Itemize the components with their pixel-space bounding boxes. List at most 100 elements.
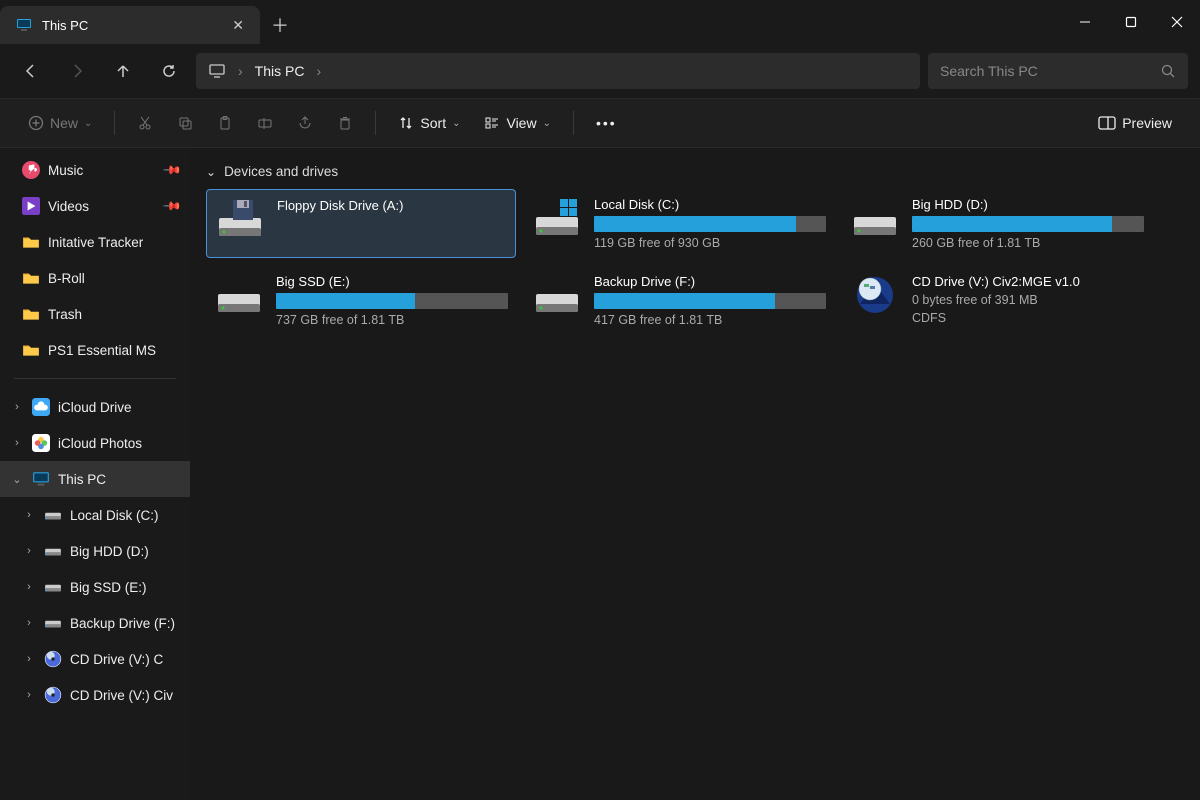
tab-active[interactable]: This PC ✕: [0, 6, 260, 44]
navigation-pane: Music 📌 Videos 📌 Initative Tracker B-Roll Tras…: [0, 148, 190, 800]
cut-button[interactable]: [127, 105, 163, 141]
sidebar-item-label: Big HDD (D:): [70, 544, 149, 559]
sidebar-item-drive[interactable]: ›Big HDD (D:): [0, 533, 190, 569]
maximize-button[interactable]: [1108, 0, 1154, 44]
sidebar-item-label: CD Drive (V:) C: [70, 652, 163, 667]
sidebar-item-label: CD Drive (V:) Civ: [70, 688, 173, 703]
drive-icon: [214, 274, 264, 316]
more-button[interactable]: •••: [586, 105, 627, 141]
drive-item[interactable]: Local Disk (C:)119 GB free of 930 GB: [524, 189, 834, 258]
sidebar-item-drive[interactable]: ›Local Disk (C:): [0, 497, 190, 533]
sidebar-item-drive[interactable]: ›Big SSD (E:): [0, 569, 190, 605]
search-box[interactable]: [928, 53, 1188, 89]
drive-item[interactable]: Big SSD (E:) 737 GB free of 1.81 TB: [206, 266, 516, 335]
sidebar-item-label: B-Roll: [48, 271, 85, 286]
drive-icon: [44, 542, 62, 560]
sidebar-item-icloud-drive[interactable]: › iCloud Drive: [0, 389, 190, 425]
music-icon: [22, 161, 40, 179]
monitor-icon: [208, 62, 226, 80]
drive-icon: [850, 274, 900, 316]
drive-icon: [44, 506, 62, 524]
videos-icon: [22, 197, 40, 215]
drive-free-text: 737 GB free of 1.81 TB: [276, 313, 508, 327]
preview-label: Preview: [1122, 115, 1172, 131]
chevron-down-icon: ⌄: [84, 118, 92, 129]
sidebar-item-label: Music: [48, 163, 83, 178]
chevron-right-icon: ›: [316, 63, 321, 79]
sort-button[interactable]: Sort ⌄: [388, 105, 470, 141]
nav-bar: › This PC ›: [0, 44, 1200, 98]
drive-item[interactable]: Backup Drive (F:)417 GB free of 1.81 TB: [524, 266, 834, 335]
drive-free-text: 0 bytes free of 391 MB: [912, 293, 1144, 307]
pin-icon: 📌: [162, 160, 182, 180]
minimize-button[interactable]: [1062, 0, 1108, 44]
breadcrumb-location[interactable]: This PC: [255, 63, 305, 79]
preview-button[interactable]: Preview: [1088, 105, 1182, 141]
forward-button[interactable]: [58, 53, 96, 89]
new-label: New: [50, 115, 78, 131]
drive-name: Floppy Disk Drive (A:): [277, 198, 507, 213]
content-pane: ⌄ Devices and drives Floppy Disk Drive (…: [190, 148, 1200, 800]
sidebar-item-label: Initative Tracker: [48, 235, 143, 250]
close-window-button[interactable]: [1154, 0, 1200, 44]
sidebar-item-initative-tracker[interactable]: Initative Tracker: [0, 224, 190, 260]
sidebar-item-drive[interactable]: › CD Drive (V:) Civ: [0, 677, 190, 713]
sidebar-item-label: Big SSD (E:): [70, 580, 147, 595]
copy-button[interactable]: [167, 105, 203, 141]
sidebar-item-ps1-essential-ms[interactable]: PS1 Essential MS: [0, 332, 190, 368]
folder-icon: [22, 269, 40, 287]
sidebar-item-trash[interactable]: Trash: [0, 296, 190, 332]
sidebar-item-b-roll[interactable]: B-Roll: [0, 260, 190, 296]
new-button[interactable]: New ⌄: [18, 105, 102, 141]
close-tab-button[interactable]: ✕: [232, 17, 244, 34]
refresh-button[interactable]: [150, 53, 188, 89]
back-button[interactable]: [12, 53, 50, 89]
drive-icon: [215, 198, 265, 240]
chevron-right-icon: ›: [22, 617, 36, 629]
drive-icon: [44, 578, 62, 596]
delete-button[interactable]: [327, 105, 363, 141]
sidebar-item-label: Videos: [48, 199, 89, 214]
drive-icon: [532, 197, 582, 239]
iphotos-icon: [32, 434, 50, 452]
drive-name: Big SSD (E:): [276, 274, 508, 289]
drive-icon: [44, 686, 62, 704]
window-controls: [1062, 0, 1200, 44]
paste-button[interactable]: [207, 105, 243, 141]
drive-icon: [44, 650, 62, 668]
drive-item[interactable]: Big HDD (D:)260 GB free of 1.81 TB: [842, 189, 1152, 258]
drive-item[interactable]: Floppy Disk Drive (A:): [206, 189, 516, 258]
sidebar-item-drive[interactable]: ›Backup Drive (F:): [0, 605, 190, 641]
drive-item[interactable]: CD Drive (V:) Civ2:MGE v1.00 bytes free …: [842, 266, 1152, 335]
rename-button[interactable]: [247, 105, 283, 141]
drive-icon: [850, 197, 900, 239]
icloud-icon: [32, 398, 50, 416]
drive-name: Big HDD (D:): [912, 197, 1144, 212]
sidebar-item-this-pc[interactable]: ⌄ This PC: [0, 461, 190, 497]
sidebar-item-label: Local Disk (C:): [70, 508, 159, 523]
sidebar-item-music[interactable]: Music 📌: [0, 152, 190, 188]
share-button[interactable]: [287, 105, 323, 141]
title-bar: This PC ✕ ＋: [0, 0, 1200, 44]
drive-free-text: 417 GB free of 1.81 TB: [594, 313, 826, 327]
pin-icon: 📌: [162, 196, 182, 216]
view-button[interactable]: View ⌄: [474, 105, 560, 141]
sidebar-item-label: PS1 Essential MS: [48, 343, 156, 358]
capacity-bar: [912, 216, 1144, 232]
sidebar-item-label: Trash: [48, 307, 82, 322]
sidebar-item-icloud-photos[interactable]: ›iCloud Photos: [0, 425, 190, 461]
command-bar: New ⌄ Sort ⌄ View ⌄ ••• Preview: [0, 98, 1200, 148]
address-bar[interactable]: › This PC ›: [196, 53, 920, 89]
chevron-right-icon: ›: [10, 437, 24, 449]
sort-label: Sort: [420, 115, 446, 131]
new-tab-button[interactable]: ＋: [260, 6, 300, 44]
chevron-right-icon: ›: [22, 689, 36, 701]
search-input[interactable]: [940, 63, 1151, 79]
sidebar-item-videos[interactable]: Videos 📌: [0, 188, 190, 224]
capacity-bar: [276, 293, 508, 309]
sidebar-item-label: iCloud Drive: [58, 400, 132, 415]
section-header[interactable]: ⌄ Devices and drives: [206, 164, 1184, 179]
sidebar-item-drive[interactable]: ›CD Drive (V:) C: [0, 641, 190, 677]
up-button[interactable]: [104, 53, 142, 89]
chevron-right-icon: ›: [10, 401, 24, 413]
